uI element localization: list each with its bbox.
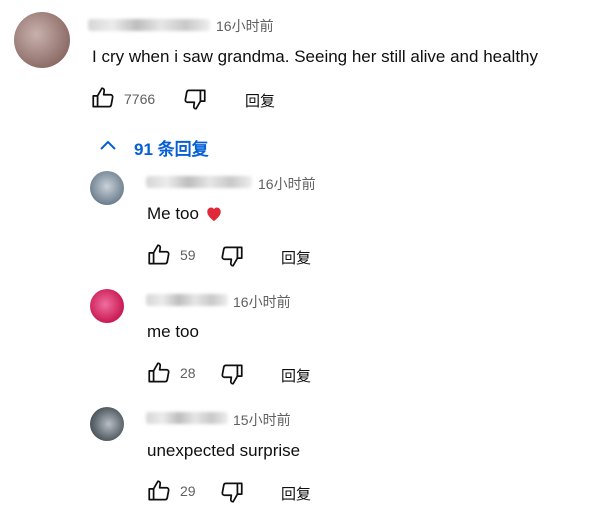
thumb-down-icon[interactable] <box>219 243 245 269</box>
avatar[interactable] <box>90 171 124 205</box>
reply-text: me too <box>147 322 199 341</box>
author-name-blurred[interactable] <box>88 19 210 31</box>
reply-text: Me too <box>147 204 223 227</box>
replies-toggle[interactable]: 91 条回复 <box>98 133 228 159</box>
reply-button[interactable]: 回复 <box>281 483 311 504</box>
comment-time[interactable]: 16小时前 <box>216 16 274 36</box>
author-name-blurred[interactable] <box>146 412 228 424</box>
reply-text: unexpected surprise <box>147 441 301 460</box>
thumb-up-icon[interactable] <box>146 360 172 386</box>
heart-emoji <box>205 205 223 227</box>
like-count: 7766 <box>124 91 156 107</box>
like-count: 29 <box>180 483 196 499</box>
reply-button[interactable]: 回复 <box>281 365 311 386</box>
reply-button[interactable]: 回复 <box>281 247 311 268</box>
reply-time[interactable]: 16小时前 <box>258 174 316 194</box>
reply-text-content: Me too <box>147 204 199 223</box>
thumb-up-icon[interactable] <box>146 242 172 268</box>
thumb-down-icon[interactable] <box>219 361 245 387</box>
avatar[interactable] <box>90 289 124 323</box>
author-name-blurred[interactable] <box>146 294 228 306</box>
avatar[interactable] <box>90 407 124 441</box>
like-count: 28 <box>180 365 196 381</box>
author-name-blurred[interactable] <box>146 176 252 188</box>
thumb-down-icon[interactable] <box>182 86 208 112</box>
thumb-down-icon[interactable] <box>219 479 245 505</box>
chevron-up-icon <box>98 137 118 153</box>
reply-time[interactable]: 16小时前 <box>233 292 291 312</box>
avatar[interactable] <box>14 12 70 68</box>
thumb-up-icon[interactable] <box>90 85 116 111</box>
thumb-up-icon[interactable] <box>146 478 172 504</box>
reply-time[interactable]: 15小时前 <box>233 410 291 430</box>
reply-button[interactable]: 回复 <box>245 90 275 111</box>
like-count: 59 <box>180 247 196 263</box>
comment-text: I cry when i saw grandma. Seeing her sti… <box>92 47 539 66</box>
replies-toggle-label: 91 条回复 <box>134 140 209 159</box>
